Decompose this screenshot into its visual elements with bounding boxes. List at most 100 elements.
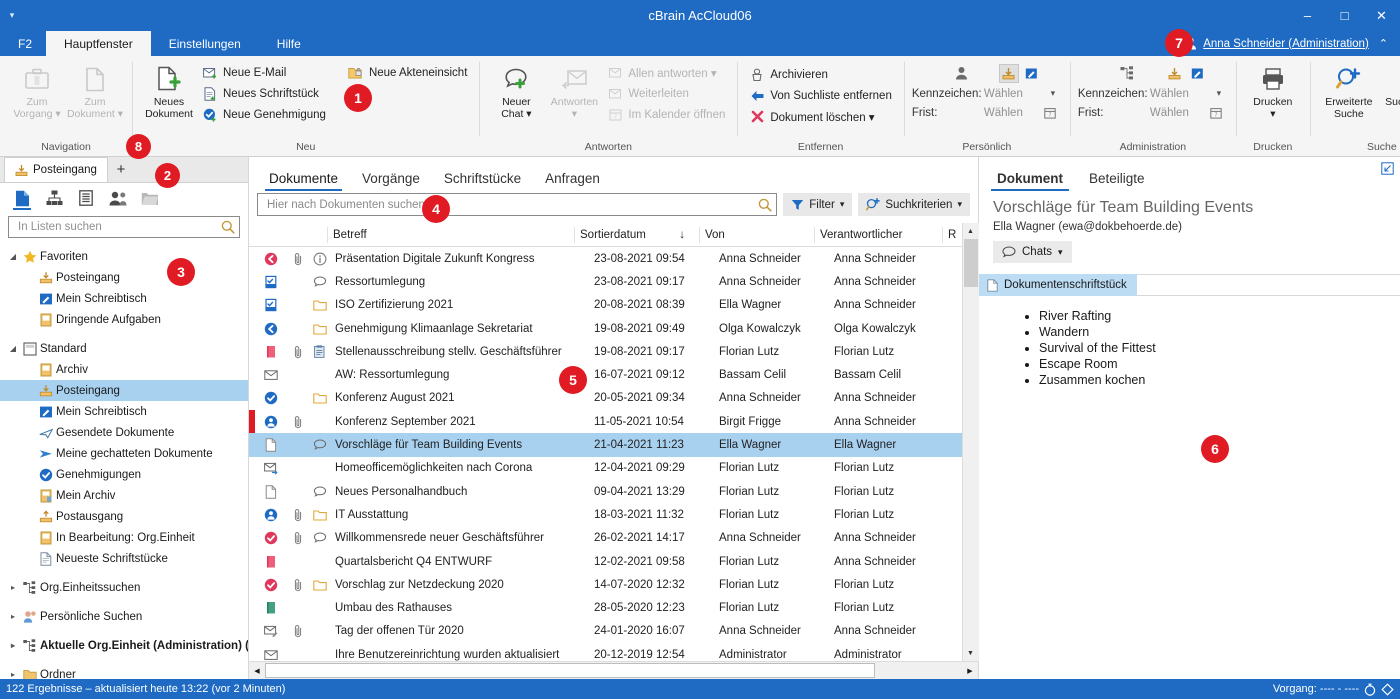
folders-icon[interactable] xyxy=(136,185,164,211)
tree-expander-icon[interactable]: ▸ xyxy=(6,612,20,621)
table-row[interactable]: Neues Personalhandbuch 09-04-2021 13:29 Fl… xyxy=(249,480,962,503)
timer-icon[interactable] xyxy=(1364,683,1376,696)
table-row[interactable]: Konferenz September 2021 11-05-2021 10:54… xyxy=(249,410,962,434)
popout-icon[interactable] xyxy=(1381,162,1394,175)
table-row[interactable]: ISO Zertifizierung 2021 20-08-2021 08:39 E… xyxy=(249,294,962,317)
list-search-box[interactable] xyxy=(8,216,240,238)
persoenlich-frist-calendar-icon[interactable]: 7 xyxy=(1044,107,1062,119)
red-check-circle-icon[interactable] xyxy=(255,531,287,545)
tree-item-neueste-schriftst-cke[interactable]: Neueste Schriftstücke xyxy=(0,548,248,569)
user-name-link[interactable]: Anna Schneider (Administration) xyxy=(1203,38,1369,50)
horizontal-scrollbar[interactable]: ◀ ▶ xyxy=(249,661,978,679)
tree-item-posteingang[interactable]: Posteingang xyxy=(0,380,248,401)
tree-item-org-einheitssuchen[interactable]: ▸ Org.Einheitssuchen xyxy=(0,577,248,598)
blue-person-circle-icon[interactable] xyxy=(255,508,287,522)
tab-f2[interactable]: F2 xyxy=(0,31,46,56)
blue-back-arrow-icon[interactable] xyxy=(255,322,287,336)
tree-item-mein-archiv[interactable]: Mein Archiv xyxy=(0,485,248,506)
tree-item-gesendete-dokumente[interactable]: Gesendete Dokumente xyxy=(0,422,248,443)
column-header-betreff[interactable]: Betreff xyxy=(327,223,574,247)
neues-dokument-button[interactable]: Neues Dokument xyxy=(140,60,198,120)
tree-expander-icon[interactable]: ◢ xyxy=(6,252,20,261)
tab-hauptfenster[interactable]: Hauptfenster xyxy=(46,31,151,56)
h-scroll-track[interactable] xyxy=(265,663,962,678)
antworten-button[interactable]: Antworten ▾ xyxy=(545,60,603,120)
tree-expander-icon[interactable]: ▸ xyxy=(6,583,20,592)
tree-item-meine-gechatteten-dokumente[interactable]: Meine gechatteten Dokumente xyxy=(0,443,248,464)
red-back-arrow-icon[interactable] xyxy=(255,252,287,266)
admin-desk-toggle-icon[interactable] xyxy=(1188,64,1208,83)
filter-button[interactable]: Filter ▾ xyxy=(783,193,853,216)
tree-expander-icon[interactable]: ▸ xyxy=(6,670,20,679)
scroll-thumb[interactable] xyxy=(963,239,978,287)
administration-kennzeichen-dropdown-icon[interactable]: ▾ xyxy=(1210,88,1228,99)
tree-item-genehmigungen[interactable]: Genehmigungen xyxy=(0,464,248,485)
persoenlich-frist-value[interactable]: Wählen xyxy=(984,107,1040,119)
tab-vorgaenge[interactable]: Vorgänge xyxy=(350,171,432,191)
table-row[interactable]: Ressortumlegung 23-08-2021 09:17 Anna Schn… xyxy=(249,270,962,293)
neue-genehmigung-button[interactable]: Neue Genehmigung xyxy=(198,105,330,124)
envelope-forward-icon[interactable] xyxy=(255,461,287,475)
vertical-scrollbar[interactable]: ▲ ▼ xyxy=(962,223,979,661)
persoenlich-kennzeichen-value[interactable]: Wählen xyxy=(984,88,1040,100)
administration-frist-calendar-icon[interactable]: 7 xyxy=(1210,107,1228,119)
blue-checkbox-icon[interactable] xyxy=(255,275,287,289)
scroll-track[interactable] xyxy=(962,239,979,645)
preview-doc-tab[interactable]: Dokumentenschriftstück xyxy=(979,274,1137,296)
column-header-von[interactable]: Von xyxy=(699,223,814,247)
tab-anfragen[interactable]: Anfragen xyxy=(533,171,612,191)
table-row[interactable]: Willkommensrede neuer Geschäftsführer 26-… xyxy=(249,527,962,550)
tree-item-in-bearbeitung-org-einheit[interactable]: In Bearbeitung: Org.Einheit xyxy=(0,527,248,548)
search-icon[interactable] xyxy=(221,220,235,234)
suchverlauf-button[interactable]: Suchverlauf ▾ xyxy=(1380,60,1400,120)
tree-expander-icon[interactable]: ▸ xyxy=(6,641,20,650)
pink-book-icon[interactable] xyxy=(255,345,287,359)
tag-icon[interactable] xyxy=(1381,682,1394,696)
allen-antworten-button[interactable]: Allen antworten ▾ xyxy=(603,63,729,82)
blue-person-circle-icon[interactable] xyxy=(255,415,287,429)
tree-item-dringende-aufgaben[interactable]: Dringende Aufgaben xyxy=(0,309,248,330)
list-search-input[interactable] xyxy=(16,220,221,234)
tab-hilfe[interactable]: Hilfe xyxy=(259,31,319,56)
red-check-circle-icon[interactable] xyxy=(255,578,287,592)
tab-beteiligte[interactable]: Beteiligte xyxy=(1083,171,1151,191)
pink-book-icon[interactable] xyxy=(255,555,287,569)
scroll-up-button[interactable]: ▲ xyxy=(962,223,979,239)
weiterleiten-button[interactable]: Weiterleiten xyxy=(603,84,729,103)
table-row[interactable]: Vorschlag zur Netzdeckung 2020 14-07-2020… xyxy=(249,573,962,596)
zum-dokument-button[interactable]: Zum Dokument ▾ xyxy=(66,60,124,120)
envelope-icon[interactable] xyxy=(255,368,287,382)
tree-item-pers-nliche-suchen[interactable]: ▸ Persönliche Suchen xyxy=(0,606,248,627)
tree-item-postausgang[interactable]: Postausgang xyxy=(0,506,248,527)
suchkriterien-button[interactable]: Suchkriterien ▾ xyxy=(858,193,970,216)
table-row[interactable]: Präsentation Digitale Zukunft Kongress 23… xyxy=(249,247,962,270)
white-page-icon[interactable] xyxy=(255,438,287,452)
tab-posteingang[interactable]: Posteingang xyxy=(4,157,108,182)
scroll-left-button[interactable]: ◀ xyxy=(249,663,265,679)
tree-item-mein-schreibtisch[interactable]: Mein Schreibtisch xyxy=(0,401,248,422)
envelope-edit-icon[interactable] xyxy=(255,624,287,638)
drucken-button[interactable]: Drucken ▾ xyxy=(1244,60,1302,120)
scroll-right-button[interactable]: ▶ xyxy=(962,663,978,679)
document-search-box[interactable] xyxy=(257,193,778,216)
chats-button[interactable]: Chats ▾ xyxy=(993,241,1072,263)
table-row[interactable]: AW: Ressortumlegung 16-07-2021 09:12 Bassa… xyxy=(249,363,962,386)
table-row[interactable]: Konferenz August 2021 20-05-2021 09:34 Ann… xyxy=(249,387,962,410)
person-icon[interactable] xyxy=(928,66,996,80)
document-search-input[interactable] xyxy=(265,197,759,212)
table-row[interactable]: Ihre Benutzereinrichtung wurden aktualis… xyxy=(249,643,962,661)
persoenlich-kennzeichen-dropdown-icon[interactable]: ▾ xyxy=(1044,88,1062,99)
blue-check-circle-icon[interactable] xyxy=(255,391,287,405)
table-row[interactable]: Tag der offenen Tür 2020 24-01-2020 16:07… xyxy=(249,620,962,643)
org-tree-icon[interactable] xyxy=(40,185,68,211)
tree-item-mein-schreibtisch[interactable]: Mein Schreibtisch xyxy=(0,288,248,309)
table-row[interactable]: Genehmigung Klimaanlage Sekretariat 19-08… xyxy=(249,317,962,340)
tree-item-archiv[interactable]: Archiv xyxy=(0,359,248,380)
von-suchliste-entfernen-button[interactable]: Von Suchliste entfernen xyxy=(745,86,895,105)
neuer-chat-button[interactable]: Neuer Chat ▾ xyxy=(487,60,545,120)
h-scroll-thumb[interactable] xyxy=(265,663,875,678)
table-row[interactable]: Vorschläge für Team Building Events 21-04… xyxy=(249,433,962,457)
envelope-icon[interactable] xyxy=(255,648,287,661)
erweiterte-suche-button[interactable]: Erweiterte Suche xyxy=(1318,60,1380,120)
admin-inbox-toggle-icon[interactable] xyxy=(1165,64,1185,83)
